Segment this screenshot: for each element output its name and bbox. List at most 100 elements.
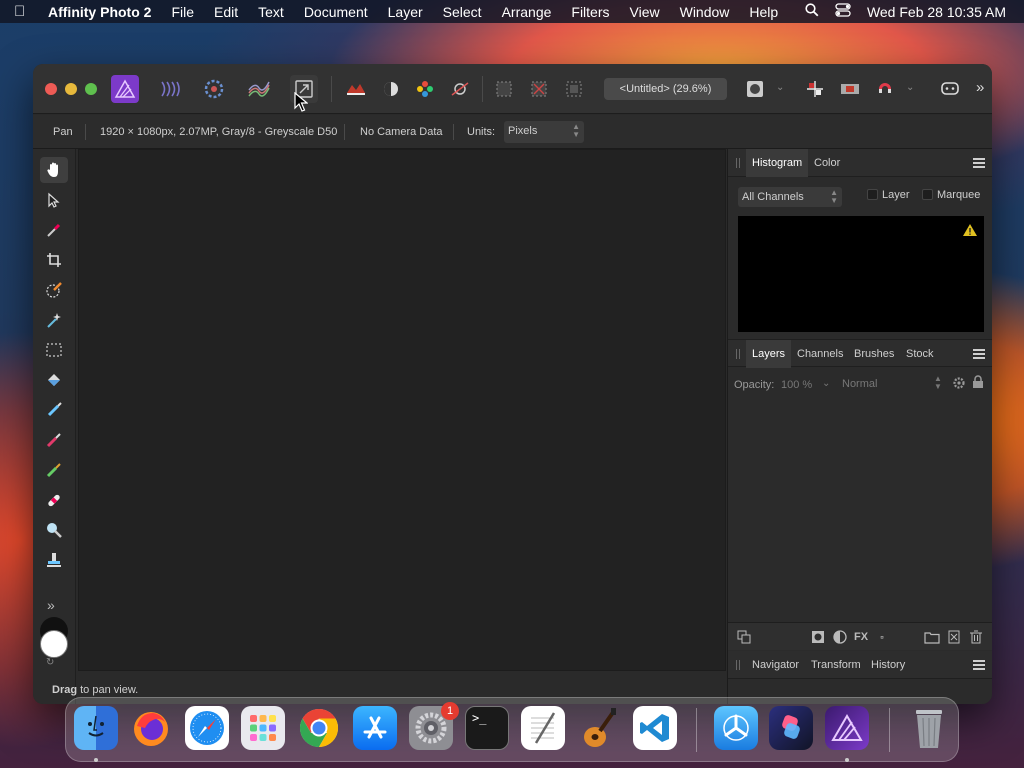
flood-fill-tool-icon[interactable] [40,367,68,393]
layer-options-icon[interactable] [736,629,752,645]
quick-mask-icon[interactable] [741,75,769,103]
app-name-menu[interactable]: Affinity Photo 2 [48,4,151,20]
tab-navigator[interactable]: Navigator [746,651,805,679]
control-center-icon[interactable] [835,3,851,20]
layer-checkbox[interactable] [867,189,878,200]
tab-transform[interactable]: Transform [805,651,867,679]
swap-colors-icon[interactable]: ↻ [46,657,54,668]
menu-file[interactable]: File [171,4,194,20]
vscode-icon[interactable] [633,706,677,750]
panel-menu-icon[interactable] [973,660,985,670]
tab-histogram[interactable]: Histogram [746,149,809,177]
menu-layer[interactable]: Layer [388,4,423,20]
snapping-magnet-icon[interactable] [871,75,899,103]
blend-mode-dropdown[interactable]: Normal [842,378,877,390]
tab-brushes[interactable]: Brushes [848,340,900,368]
auto-contrast-icon[interactable] [377,75,405,103]
primary-color-swatch[interactable] [40,630,68,658]
apple-menu-icon[interactable]:  [14,3,34,20]
system-settings-icon[interactable]: 1 [409,702,459,750]
document-title[interactable]: <Untitled> (29.6%) [604,78,727,100]
panel-menu-icon[interactable] [973,349,985,359]
menubar-clock[interactable]: Wed Feb 28 10:35 AM [867,4,1006,20]
menu-edit[interactable]: Edit [214,4,238,20]
marquee-tool-icon[interactable] [40,337,68,363]
opacity-value[interactable]: 100 % [781,379,812,391]
live-filter-icon[interactable]: ⬞ [874,629,890,645]
panel-grip-icon[interactable] [736,660,740,670]
document-canvas[interactable] [78,149,726,671]
snapping-icon[interactable] [801,75,829,103]
channel-dropdown[interactable]: All Channels ▲ ▼ [738,187,842,207]
adjustment-icon[interactable] [832,629,848,645]
snapping-dropdown-icon[interactable]: ⌄ [906,82,914,93]
testflight-icon[interactable] [714,706,758,750]
photo-persona-icon[interactable] [111,75,139,103]
menu-select[interactable]: Select [443,4,482,20]
tab-color[interactable]: Color [808,149,846,177]
liquify-persona-icon[interactable] [156,75,184,103]
healing-brush-tool-icon[interactable] [40,487,68,513]
auto-white-balance-icon[interactable] [446,75,474,103]
fx-icon[interactable]: FX [853,629,869,645]
zoom-window-button[interactable] [85,83,97,95]
dodge-brush-tool-icon[interactable] [40,457,68,483]
trash-icon[interactable] [907,706,951,750]
panel-grip-icon[interactable] [736,349,740,359]
add-mask-icon[interactable] [810,629,826,645]
flood-select-tool-icon[interactable] [40,307,68,333]
panel-grip-icon[interactable] [736,158,740,168]
add-pixel-layer-icon[interactable] [946,629,962,645]
select-all-icon[interactable] [490,75,518,103]
units-dropdown[interactable]: Pixels ▲ ▼ [504,121,584,143]
clone-brush-tool-icon[interactable] [40,547,68,573]
paint-brush-tool-icon[interactable] [40,397,68,423]
opacity-dropdown-icon[interactable]: ⌄ [822,378,830,389]
toolbar-overflow-icon[interactable]: » [976,79,984,96]
layers-list[interactable] [728,397,992,621]
invert-selection-icon[interactable] [560,75,588,103]
erase-brush-tool-icon[interactable] [40,427,68,453]
menu-document[interactable]: Document [304,4,368,20]
more-tools-expand-icon[interactable]: » [47,597,55,613]
view-tool-hand-icon[interactable] [40,157,68,183]
launchpad-icon[interactable] [241,706,285,750]
app-store-icon[interactable] [353,706,397,750]
assistant-icon[interactable] [836,75,864,103]
menu-filters[interactable]: Filters [571,4,609,20]
shortcuts-icon[interactable] [769,706,813,750]
chrome-icon[interactable] [297,706,341,750]
menu-view[interactable]: View [630,4,660,20]
tab-history[interactable]: History [865,651,911,679]
marquee-checkbox[interactable] [922,189,933,200]
minimize-window-button[interactable] [65,83,77,95]
menu-text[interactable]: Text [258,4,284,20]
develop-persona-icon[interactable] [200,75,228,103]
deselect-icon[interactable] [525,75,553,103]
tone-mapping-persona-icon[interactable] [245,75,273,103]
spotlight-search-icon[interactable] [805,3,819,20]
textedit-icon[interactable] [521,706,565,750]
menu-help[interactable]: Help [749,4,778,20]
blur-brush-tool-icon[interactable] [40,517,68,543]
crop-tool-icon[interactable] [40,247,68,273]
firefox-icon[interactable] [129,706,173,750]
lock-icon[interactable] [972,375,984,389]
group-folder-icon[interactable] [924,629,940,645]
quick-mask-dropdown-icon[interactable]: ⌄ [776,82,784,93]
tab-layers[interactable]: Layers [746,340,792,368]
selection-brush-tool-icon[interactable] [40,277,68,303]
move-tool-icon[interactable] [40,187,68,213]
auto-levels-icon[interactable] [342,75,370,103]
panel-menu-icon[interactable] [973,158,985,168]
finder-icon[interactable] [74,706,118,750]
garageband-icon[interactable] [577,706,621,750]
layer-settings-gear-icon[interactable] [952,376,966,390]
close-window-button[interactable] [45,83,57,95]
terminal-icon[interactable]: >_ [465,706,509,750]
affinity-photo-icon[interactable] [825,706,869,750]
studio-presets-icon[interactable] [936,75,964,103]
tab-channels[interactable]: Channels [791,340,849,368]
menu-arrange[interactable]: Arrange [502,4,552,20]
menu-window[interactable]: Window [680,4,730,20]
